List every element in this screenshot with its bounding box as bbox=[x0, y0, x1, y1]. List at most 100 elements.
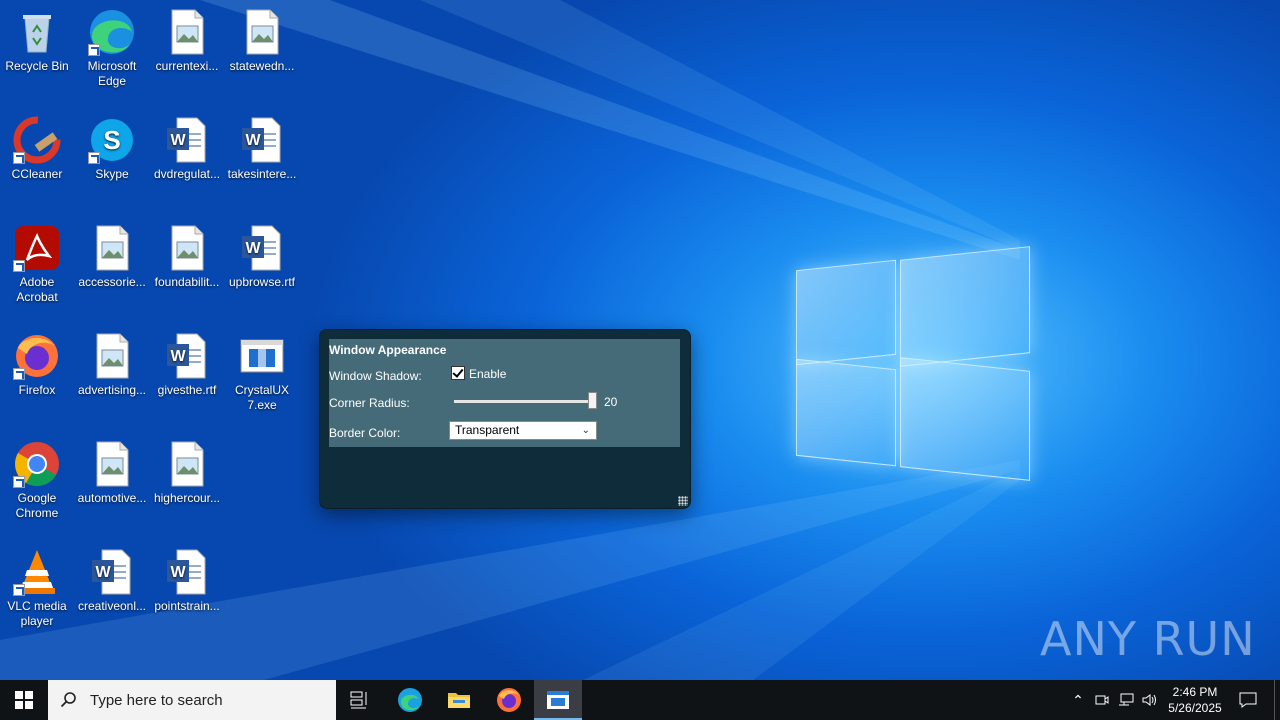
desktop-icon-label: accessorie... bbox=[78, 275, 146, 289]
desktop-icon[interactable]: accessorie... bbox=[75, 224, 149, 290]
desktop-icon-label: CrystalUX 7.exe bbox=[234, 383, 289, 412]
border-color-select[interactable]: Transparent ⌄ bbox=[449, 421, 597, 440]
corner-radius-slider[interactable] bbox=[454, 400, 594, 403]
recycle-bin-icon bbox=[13, 8, 61, 56]
vlc-icon bbox=[13, 548, 61, 596]
skype-icon: S bbox=[88, 116, 136, 164]
window-shadow-label: Window Shadow: bbox=[329, 369, 422, 383]
windows-logo-wallpaper bbox=[796, 243, 1030, 481]
search-placeholder: Type here to search bbox=[90, 691, 223, 709]
shortcut-arrow-icon bbox=[13, 368, 25, 380]
desktop-icon[interactable]: foundabilit... bbox=[150, 224, 224, 290]
desktop-icon[interactable]: advertising... bbox=[75, 332, 149, 398]
image-file-icon bbox=[163, 440, 211, 488]
shadow-enable-checkbox[interactable] bbox=[451, 366, 465, 380]
app-window-icon bbox=[547, 691, 569, 709]
taskbar-search-box[interactable]: Type here to search bbox=[48, 680, 336, 720]
taskbar-file-explorer-button[interactable] bbox=[435, 680, 483, 720]
desktop-icon-label: creativeonl... bbox=[77, 599, 147, 613]
firefox-icon bbox=[497, 688, 521, 712]
taskbar: Type here to search ⌃ 2:46 PM 5/26/2025 bbox=[0, 680, 1280, 720]
word-doc-icon: W bbox=[88, 548, 136, 596]
desktop-icon[interactable]: Google Chrome bbox=[0, 440, 74, 521]
shortcut-arrow-icon bbox=[13, 152, 25, 164]
desktop-icon[interactable]: Wupbrowse.rtf bbox=[225, 224, 299, 290]
desktop-icon[interactable]: statewedn... bbox=[225, 8, 299, 74]
notification-icon bbox=[1239, 692, 1257, 708]
desktop-icon-label: givesthe.rtf bbox=[157, 383, 217, 397]
desktop-icon[interactable]: Wcreativeonl... bbox=[75, 548, 149, 614]
svg-text:W: W bbox=[170, 564, 186, 581]
search-icon bbox=[60, 692, 76, 708]
show-desktop-button[interactable] bbox=[1274, 680, 1280, 720]
desktop-icon-label: statewedn... bbox=[229, 59, 295, 73]
desktop-icon[interactable]: Wdvdregulat... bbox=[150, 116, 224, 182]
desktop-icon[interactable]: Recycle Bin bbox=[0, 8, 74, 74]
anyrun-watermark: ANY RUN bbox=[1040, 612, 1256, 666]
crystalux-exe-icon bbox=[238, 332, 286, 380]
desktop-icon[interactable]: Wpointstrain... bbox=[150, 548, 224, 614]
clock-date: 5/26/2025 bbox=[1168, 701, 1222, 715]
svg-text:W: W bbox=[95, 564, 111, 581]
desktop-icon[interactable]: Microsoft Edge bbox=[75, 8, 149, 89]
chevron-down-icon: ⌄ bbox=[581, 425, 590, 436]
network-icon[interactable] bbox=[1116, 680, 1136, 720]
settings-panel: Window Appearance Window Shadow: Enable … bbox=[329, 339, 680, 447]
desktop-icon[interactable]: currentexi... bbox=[150, 8, 224, 74]
desktop-icon-label: VLC media player bbox=[7, 599, 67, 628]
image-file-icon bbox=[88, 332, 136, 380]
svg-text:W: W bbox=[170, 132, 186, 149]
windows-start-icon bbox=[15, 691, 33, 709]
desktop-icon[interactable]: Wgivesthe.rtf bbox=[150, 332, 224, 398]
shortcut-arrow-icon bbox=[88, 44, 100, 56]
svg-text:W: W bbox=[245, 132, 261, 149]
volume-icon[interactable] bbox=[1140, 680, 1160, 720]
shortcut-arrow-icon bbox=[13, 584, 25, 596]
desktop-icon-label: foundabilit... bbox=[154, 275, 220, 289]
desktop-icon-label: Google Chrome bbox=[15, 491, 59, 520]
action-center-button[interactable] bbox=[1236, 680, 1260, 720]
task-view-icon bbox=[350, 691, 367, 709]
image-file-icon bbox=[88, 440, 136, 488]
task-view-button[interactable] bbox=[336, 680, 384, 720]
desktop-icon-label: Skype bbox=[95, 167, 129, 181]
desktop-icon-label: pointstrain... bbox=[154, 599, 220, 613]
taskbar-firefox-button[interactable] bbox=[485, 680, 533, 720]
word-doc-icon: W bbox=[238, 224, 286, 272]
taskbar-crystalux-button[interactable] bbox=[534, 680, 582, 720]
svg-text:W: W bbox=[170, 348, 186, 365]
desktop-icon-label: currentexi... bbox=[155, 59, 219, 73]
desktop-icon[interactable]: CCleaner bbox=[0, 116, 74, 182]
shadow-enable-label[interactable]: Enable bbox=[469, 367, 506, 381]
taskbar-clock[interactable]: 2:46 PM 5/26/2025 bbox=[1160, 680, 1230, 720]
word-doc-icon: W bbox=[163, 116, 211, 164]
desktop-icon-label: Adobe Acrobat bbox=[16, 275, 58, 304]
desktop-icon[interactable]: Adobe Acrobat bbox=[0, 224, 74, 305]
desktop-icon-label: advertising... bbox=[77, 383, 147, 397]
acrobat-icon bbox=[13, 224, 61, 272]
meet-now-icon[interactable] bbox=[1092, 680, 1112, 720]
desktop-icon-label: upbrowse.rtf bbox=[228, 275, 296, 289]
desktop-icon[interactable]: Firefox bbox=[0, 332, 74, 398]
corner-radius-slider-thumb[interactable] bbox=[588, 392, 597, 409]
chrome-icon bbox=[13, 440, 61, 488]
resize-grip[interactable] bbox=[678, 496, 688, 506]
desktop-icon[interactable]: Wtakesintere... bbox=[225, 116, 299, 182]
shortcut-arrow-icon bbox=[13, 476, 25, 488]
desktop-icon[interactable]: S Skype bbox=[75, 116, 149, 182]
corner-radius-value: 20 bbox=[604, 395, 618, 409]
window-appearance-dialog: Window Appearance Window Shadow: Enable … bbox=[319, 329, 691, 509]
desktop-icon-label: automotive... bbox=[77, 491, 147, 505]
desktop-icon[interactable]: automotive... bbox=[75, 440, 149, 506]
desktop-icon[interactable]: CrystalUX 7.exe bbox=[225, 332, 299, 413]
taskbar-edge-button[interactable] bbox=[386, 680, 434, 720]
dialog-title: Window Appearance bbox=[329, 343, 447, 357]
start-button[interactable] bbox=[0, 680, 48, 720]
chevron-up-icon[interactable]: ⌃ bbox=[1068, 680, 1088, 720]
desktop-icon-label: dvdregulat... bbox=[153, 167, 221, 181]
image-file-icon bbox=[163, 224, 211, 272]
desktop-icon[interactable]: highercour... bbox=[150, 440, 224, 506]
desktop-icon-label: Firefox bbox=[18, 383, 56, 397]
image-file-icon bbox=[163, 8, 211, 56]
desktop-icon[interactable]: VLC media player bbox=[0, 548, 74, 629]
